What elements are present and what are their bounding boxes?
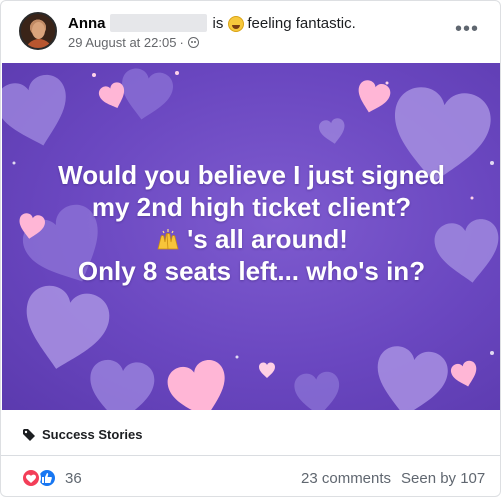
heart-shape [449, 359, 481, 390]
author-name[interactable]: Anna [68, 15, 106, 32]
post-header: Anna is feeling fantastic. 29 August at … [1, 1, 500, 63]
post-text-line: Only 8 seats left... who's in? [77, 256, 426, 286]
post-footer: 36 23 comments Seen by 107 [1, 457, 500, 496]
redacted-surname [109, 14, 207, 32]
tag-icon [23, 428, 35, 441]
status-prefix: is [212, 14, 224, 32]
comments-count-link[interactable]: 23 comments [301, 470, 391, 487]
sparkle [385, 81, 389, 85]
post-image-text: Would you believe I just signed my 2nd h… [2, 159, 500, 287]
heart-shape [317, 117, 348, 146]
heart-shape [116, 66, 176, 124]
heart-shape [259, 362, 275, 378]
post-text-line: Would you believe I just signed [58, 160, 445, 190]
author-avatar[interactable] [19, 12, 57, 50]
reaction-count: 36 [65, 469, 82, 487]
topic-tag[interactable]: Success Stories [23, 427, 142, 442]
heart-shape [164, 356, 235, 410]
post-text-line: 's all around! [187, 224, 348, 254]
topic-tag-label: Success Stories [42, 427, 143, 442]
seen-by-link[interactable]: Seen by 107 [401, 470, 485, 487]
post-text-line: my 2nd high ticket client? [91, 192, 412, 222]
friends-icon[interactable] [187, 36, 199, 48]
feeling-text: feeling fantastic. [247, 14, 356, 32]
post-card: Anna is feeling fantastic. 29 August at … [0, 0, 501, 497]
meta-separator: · [179, 34, 184, 50]
heart-shape [2, 70, 78, 155]
sparkle [92, 73, 96, 77]
heart-shape [293, 370, 342, 410]
post-text-line-emoji: 's all around! [2, 223, 500, 255]
sparkle [490, 351, 494, 355]
love-reaction-icon [21, 468, 41, 488]
sparkle [175, 71, 179, 75]
reactions-summary[interactable]: 36 [21, 468, 82, 488]
post-timestamp[interactable]: 29 August at 22:05 [68, 35, 176, 50]
post-header-line: Anna is feeling fantastic. [68, 13, 356, 33]
laughing-face-icon [228, 16, 245, 32]
heart-shape [369, 343, 451, 410]
raising-hands-icon [157, 229, 179, 250]
topic-tag-row: Success Stories [1, 411, 500, 456]
more-options-button[interactable]: ••• [451, 17, 483, 41]
post-meta: 29 August at 22:05 · [68, 34, 199, 50]
post-image[interactable]: Would you believe I just signed my 2nd h… [2, 63, 500, 410]
avatar-shoulders [25, 39, 53, 48]
heart-shape [86, 358, 156, 410]
sparkle [235, 355, 239, 359]
avatar-face [32, 22, 45, 39]
